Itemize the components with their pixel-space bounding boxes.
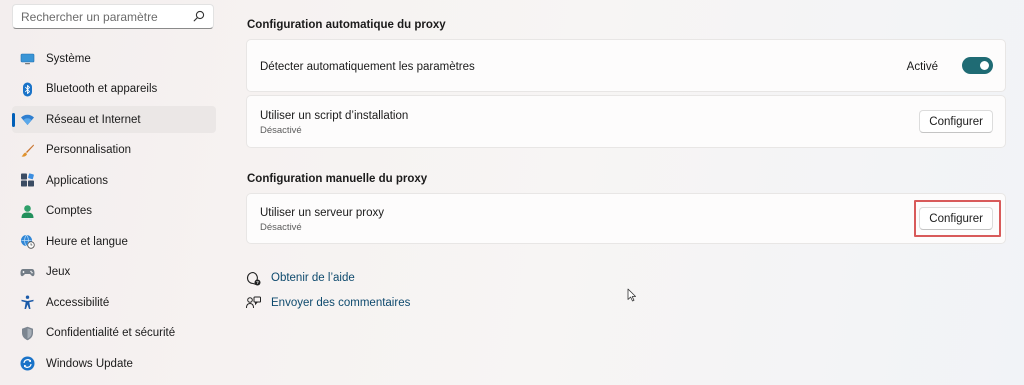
sidebar-item-accessibilite[interactable]: Accessibilité [12,289,216,316]
wifi-icon [21,114,34,125]
sidebar-item-label: Accessibilité [46,296,110,309]
sidebar-item-label: Heure et langue [46,235,128,248]
feedback-link-row[interactable]: Envoyer des commentaires [246,294,410,312]
help-link-row[interactable]: ? Obtenir de l’aide [246,269,355,287]
help-link[interactable]: Obtenir de l’aide [271,272,355,284]
toggle-state-label: Activé [906,61,938,73]
setup-script-status: Désactivé [260,125,302,136]
sidebar-item-comptes[interactable]: Comptes [12,198,216,225]
search-icon[interactable] [193,10,205,22]
detect-settings-toggle[interactable] [962,57,993,74]
help-chat-icon: ? [247,271,261,285]
proxy-server-status: Désactivé [260,222,302,233]
sidebar-item-systeme[interactable]: Système [12,45,216,72]
setup-script-label: Utiliser un script d’installation [260,110,409,122]
sidebar-item-label: Comptes [46,205,93,217]
section-title-manual-proxy: Configuration manuelle du proxy [247,173,428,185]
sidebar-item-label: Confidentialité et sécurité [46,327,176,339]
detect-settings-label: Détecter automatiquement les paramètres [260,61,475,73]
sidebar-item-heure-langue[interactable]: Heure et langue [12,228,216,255]
apps-icon [21,173,34,187]
feedback-link[interactable]: Envoyer des commentaires [271,297,410,309]
sidebar-item-reseau[interactable]: Réseau et Internet [12,106,216,133]
sidebar-item-label: Réseau et Internet [46,113,141,126]
sidebar-item-label: Windows Update [46,357,133,370]
shield-icon [22,326,33,340]
sidebar-item-label: Jeux [46,266,71,278]
person-icon [21,204,34,218]
configure-proxy-server-button[interactable]: Configurer [919,207,993,230]
sidebar-item-personnalisation[interactable]: Personnalisation [12,137,216,164]
gamepad-icon [20,268,35,276]
bluetooth-icon [23,82,32,96]
svg-text:?: ? [256,280,259,285]
sidebar-item-bluetooth[interactable]: Bluetooth et appareils [12,76,216,103]
section-title-auto-proxy: Configuration automatique du proxy [247,19,446,31]
sidebar-item-applications[interactable]: Applications [12,167,216,194]
globe-clock-icon [21,234,35,249]
toggle-knob [980,61,989,70]
sidebar-item-jeux[interactable]: Jeux [12,259,216,286]
sidebar-item-label: Applications [46,174,109,187]
monitor-icon [20,53,35,65]
setup-script-card: Utiliser un script d’installation Désact… [246,95,1006,148]
mouse-cursor-icon [627,288,636,302]
sidebar-item-confidentialite[interactable]: Confidentialité et sécurité [12,320,216,347]
sidebar-item-label: Système [46,52,91,65]
accessibility-icon [21,295,34,309]
proxy-server-card: Utiliser un serveur proxy Désactivé Conf… [246,193,1006,244]
sidebar-item-label: Bluetooth et appareils [46,83,158,95]
detect-settings-card: Détecter automatiquement les paramètres … [246,39,1006,92]
sync-icon [20,356,35,371]
proxy-server-label: Utiliser un serveur proxy [260,207,384,219]
configure-script-button[interactable]: Configurer [919,110,993,133]
search-input[interactable] [13,5,189,28]
search-box[interactable] [12,4,214,29]
sidebar-item-label: Personnalisation [46,144,132,156]
brush-icon [21,144,34,157]
sidebar-item-windows-update[interactable]: Windows Update [12,350,216,377]
sidebar: Système Bluetooth et appareils Réseau et… [0,0,228,385]
sidebar-nav: Système Bluetooth et appareils Réseau et… [12,45,216,381]
feedback-icon [246,296,261,308]
